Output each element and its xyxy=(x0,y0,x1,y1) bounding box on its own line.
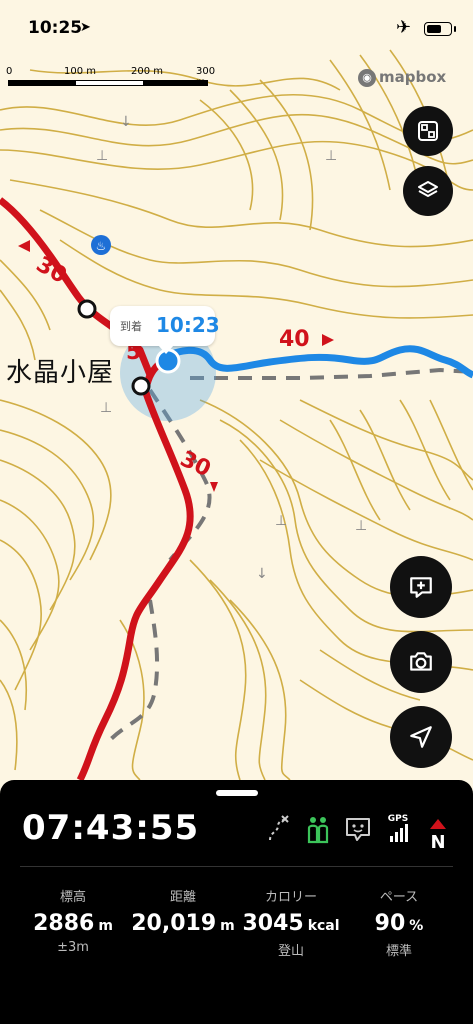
arrival-time: 10:23 xyxy=(156,313,220,337)
location-arrow-icon: ➤ xyxy=(80,20,91,35)
panel-grabber[interactable] xyxy=(216,790,258,796)
stat-header: 距離 xyxy=(169,890,196,905)
scale-label: 100 m xyxy=(64,66,97,77)
layers-fit-button[interactable] xyxy=(403,106,453,156)
message-icon[interactable] xyxy=(344,814,372,844)
stat-distance: 距離 20,019 m xyxy=(124,886,242,940)
svg-text:⊥: ⊥ xyxy=(275,513,287,529)
clock: 10:25 xyxy=(28,18,83,38)
waypoint-marker[interactable] xyxy=(131,376,151,396)
stat-sub: ±3m xyxy=(57,940,89,955)
arrival-callout[interactable]: 到着 10:23 xyxy=(110,306,220,354)
companions-icon[interactable] xyxy=(304,814,332,844)
scale-label: 0 xyxy=(6,66,13,77)
signal-bars-icon xyxy=(390,824,408,842)
compass-north-icon[interactable]: N xyxy=(424,814,452,853)
activity-panel: 07:43:55 GPS N 標高 2886 m ±3m 距離 20,019 m… xyxy=(0,780,473,1024)
svg-text:⊥: ⊥ xyxy=(96,148,108,164)
stat-header: ペース xyxy=(379,890,419,905)
panel-divider xyxy=(20,866,453,867)
stat-sub: 標準 xyxy=(385,944,412,959)
status-bar: 10:25 ➤ ✈ xyxy=(0,0,473,58)
north-label: N xyxy=(430,832,446,853)
north-arrow-icon xyxy=(430,819,446,829)
stat-value: 3045 xyxy=(242,911,304,936)
elapsed-time: 07:43:55 xyxy=(22,808,200,848)
svg-text:↓: ↓ xyxy=(120,114,132,130)
hut-label: 水晶小屋 xyxy=(6,358,115,388)
stat-unit: m xyxy=(98,918,113,934)
locate-button[interactable] xyxy=(390,706,452,768)
airplane-icon: ✈ xyxy=(396,17,412,38)
svg-text:♨: ♨ xyxy=(96,239,107,253)
scale-label: 200 m xyxy=(131,66,164,77)
stat-pace: ペース 90% 標準 xyxy=(340,886,458,959)
stat-calories: カロリー 3045 kcal 登山 xyxy=(232,886,350,959)
svg-text:⊥: ⊥ xyxy=(355,518,367,534)
stat-unit: % xyxy=(409,918,424,934)
stat-value: 90 xyxy=(374,911,406,936)
svg-text:⊥: ⊥ xyxy=(325,148,337,164)
distance-label: 40 xyxy=(279,327,310,352)
layers-icon xyxy=(418,181,438,197)
battery-icon xyxy=(424,22,456,36)
mapbox-logo-icon: ◉ xyxy=(358,68,376,87)
arrival-label: 到着 xyxy=(120,320,142,333)
camera-button[interactable] xyxy=(390,631,452,693)
attribution-label: mapbox xyxy=(379,68,447,86)
fit-bounds-icon xyxy=(418,121,438,141)
gps-signal-icon[interactable]: GPS xyxy=(384,814,412,844)
route-off-icon[interactable] xyxy=(264,814,292,844)
add-comment-icon xyxy=(410,577,432,598)
scale-bar-graphic xyxy=(8,80,208,86)
layers-button[interactable] xyxy=(403,166,453,216)
camera-icon xyxy=(410,652,432,671)
stat-value: 2886 xyxy=(33,911,95,936)
add-note-button[interactable] xyxy=(390,556,452,618)
gps-label: GPS xyxy=(387,814,409,824)
mapbox-attribution[interactable]: ◉ mapbox xyxy=(358,68,446,87)
stat-value: 20,019 xyxy=(131,911,217,936)
stat-elevation: 標高 2886 m ±3m xyxy=(14,886,132,955)
map-scale-bar: 0 100 m 200 m 300 m xyxy=(6,66,218,88)
stat-header: カロリー xyxy=(264,890,317,905)
stat-unit: kcal xyxy=(307,918,340,934)
stat-sub: 登山 xyxy=(277,944,304,959)
waypoint-marker[interactable] xyxy=(77,299,97,319)
svg-text:⊥: ⊥ xyxy=(100,400,112,416)
navigation-arrow-icon xyxy=(410,726,432,748)
stat-header: 標高 xyxy=(59,890,86,905)
svg-text:↓: ↓ xyxy=(256,566,268,582)
